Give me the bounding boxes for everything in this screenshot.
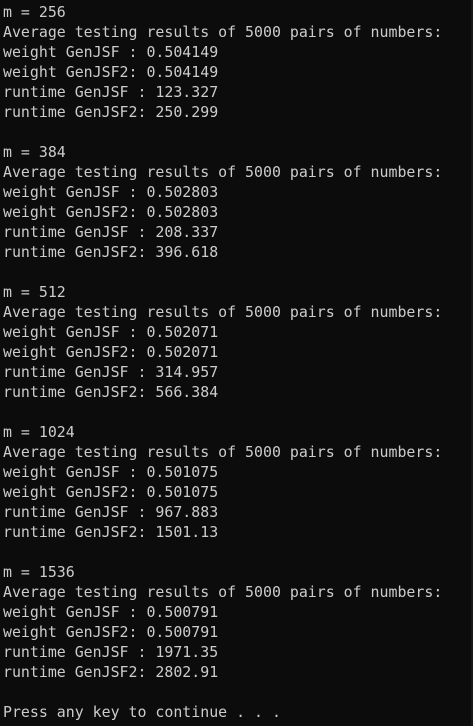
results-header: Average testing results of 5000 pairs of… <box>3 443 443 461</box>
results-header: Average testing results of 5000 pairs of… <box>3 583 443 601</box>
runtime-genjsf-line: runtime GenJSF : 314.957 <box>3 363 219 381</box>
weight-genjsf2-line: weight GenJSF2: 0.502071 <box>3 343 219 361</box>
weight-genjsf-line: weight GenJSF : 0.501075 <box>3 463 219 481</box>
m-value-line: m = 512 <box>3 283 66 301</box>
results-header: Average testing results of 5000 pairs of… <box>3 163 443 181</box>
m-value-line: m = 384 <box>3 143 66 161</box>
console-output: m = 256 Average testing results of 5000 … <box>3 2 471 722</box>
m-value-line: m = 1024 <box>3 423 75 441</box>
runtime-genjsf2-line: runtime GenJSF2: 250.299 <box>3 103 219 121</box>
m-value-line: m = 256 <box>3 3 66 21</box>
results-header: Average testing results of 5000 pairs of… <box>3 23 443 41</box>
results-header: Average testing results of 5000 pairs of… <box>3 303 443 321</box>
weight-genjsf2-line: weight GenJSF2: 0.504149 <box>3 63 219 81</box>
weight-genjsf-line: weight GenJSF : 0.500791 <box>3 603 219 621</box>
m-value-line: m = 1536 <box>3 563 75 581</box>
weight-genjsf2-line: weight GenJSF2: 0.501075 <box>3 483 219 501</box>
weight-genjsf-line: weight GenJSF : 0.502803 <box>3 183 219 201</box>
runtime-genjsf2-line: runtime GenJSF2: 1501.13 <box>3 523 219 541</box>
runtime-genjsf2-line: runtime GenJSF2: 2802.91 <box>3 663 219 681</box>
runtime-genjsf-line: runtime GenJSF : 208.337 <box>3 223 219 241</box>
weight-genjsf-line: weight GenJSF : 0.504149 <box>3 43 219 61</box>
runtime-genjsf2-line: runtime GenJSF2: 396.618 <box>3 243 219 261</box>
weight-genjsf2-line: weight GenJSF2: 0.502803 <box>3 203 219 221</box>
continue-prompt[interactable]: Press any key to continue . . . <box>3 702 471 722</box>
console-window[interactable]: m = 256 Average testing results of 5000 … <box>0 0 473 726</box>
runtime-genjsf-line: runtime GenJSF : 1971.35 <box>3 643 219 661</box>
runtime-genjsf2-line: runtime GenJSF2: 566.384 <box>3 383 219 401</box>
weight-genjsf-line: weight GenJSF : 0.502071 <box>3 323 219 341</box>
runtime-genjsf-line: runtime GenJSF : 967.883 <box>3 503 219 521</box>
runtime-genjsf-line: runtime GenJSF : 123.327 <box>3 83 219 101</box>
weight-genjsf2-line: weight GenJSF2: 0.500791 <box>3 623 219 641</box>
